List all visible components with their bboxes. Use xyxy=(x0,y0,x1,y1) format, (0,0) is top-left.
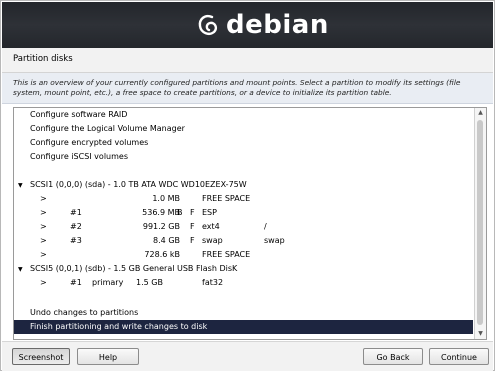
partition-number: #1 xyxy=(70,208,82,217)
menu-item-label: Configure the Logical Volume Manager xyxy=(30,124,185,133)
menu-item-label: Configure software RAID xyxy=(30,110,128,119)
finish-partitioning-item[interactable]: Finish partitioning and write changes to… xyxy=(14,320,473,334)
row-arrow: > xyxy=(40,222,47,231)
disk-row-sda[interactable]: ▼ SCSI1 (0,0,0) (sda) - 1.0 TB ATA WDC W… xyxy=(14,178,473,192)
menu-item-label: Undo changes to partitions xyxy=(30,308,139,317)
partition-row[interactable]: > #1 536.9 MB B F ESP xyxy=(14,206,473,220)
partition-mount: swap xyxy=(264,236,285,245)
row-arrow: > xyxy=(40,250,47,259)
partition-row[interactable]: > 728.6 kB FREE SPACE xyxy=(14,248,473,262)
vertical-scrollbar[interactable]: ▲ ▼ xyxy=(474,108,486,339)
menu-item-lvm[interactable]: Configure the Logical Volume Manager xyxy=(14,122,473,136)
row-arrow: > xyxy=(40,194,47,203)
partition-row[interactable]: > #3 8.4 GB F swap swap xyxy=(14,234,473,248)
debian-logo-text: debian xyxy=(226,10,329,40)
partition-size: 728.6 kB xyxy=(144,250,180,259)
row-arrow: > xyxy=(40,208,47,217)
disk-header: SCSI1 (0,0,0) (sda) - 1.0 TB ATA WDC WD1… xyxy=(30,180,247,189)
debian-swirl-icon xyxy=(198,14,218,35)
partition-number: #3 xyxy=(70,236,82,245)
menu-item-label: Finish partitioning and write changes to… xyxy=(30,322,208,331)
partition-fs: FREE SPACE xyxy=(202,194,251,203)
expand-triangle-icon: ▼ xyxy=(18,182,23,189)
menu-item-iscsi-volumes[interactable]: Configure iSCSI volumes xyxy=(14,150,473,164)
partition-row[interactable]: > 1.0 MB FREE SPACE xyxy=(14,192,473,206)
description-text: This is an overview of your currently co… xyxy=(13,78,461,97)
partition-flag-format: F xyxy=(190,208,195,217)
partition-list[interactable]: Configure software RAID Configure the Lo… xyxy=(13,107,487,340)
row-arrow: > xyxy=(40,278,47,287)
debian-logo: debian xyxy=(194,7,329,43)
partition-flag-format: F xyxy=(190,236,195,245)
help-button[interactable]: Help xyxy=(77,348,139,365)
expand-triangle-icon: ▼ xyxy=(18,266,23,273)
partition-fs: swap xyxy=(202,236,223,245)
partition-size: 536.9 MB xyxy=(142,208,180,217)
menu-item-label: Configure encrypted volumes xyxy=(30,138,149,147)
partition-number: #2 xyxy=(70,222,82,231)
partition-type: primary xyxy=(92,278,124,287)
row-arrow: > xyxy=(40,236,47,245)
installer-window: debian Partition disks This is an overvi… xyxy=(0,0,495,371)
partition-mount: / xyxy=(264,222,267,231)
partition-size: 8.4 GB xyxy=(153,236,180,245)
partition-fs: FREE SPACE xyxy=(202,250,251,259)
menu-item-encrypted-volumes[interactable]: Configure encrypted volumes xyxy=(14,136,473,150)
page-title: Partition disks xyxy=(13,54,73,64)
partition-number: #1 xyxy=(70,278,82,287)
menu-item-software-raid[interactable]: Configure software RAID xyxy=(14,108,473,122)
partition-flag-format: F xyxy=(190,222,195,231)
scroll-up-icon[interactable]: ▲ xyxy=(475,108,486,118)
screenshot-button[interactable]: Screenshot xyxy=(12,348,70,365)
go-back-button[interactable]: Go Back xyxy=(363,348,423,365)
continue-button[interactable]: Continue xyxy=(429,348,489,365)
partition-size: 991.2 GB xyxy=(142,222,180,231)
partition-fs: fat32 xyxy=(202,278,224,287)
partition-flag-bootable: B xyxy=(177,208,183,217)
debian-banner: debian xyxy=(2,2,493,48)
dialog-title-bar: Partition disks xyxy=(2,48,493,73)
partition-size: 1.0 MB xyxy=(152,194,180,203)
partition-fs: ESP xyxy=(202,208,217,217)
partition-row[interactable]: > #1 primary 1.5 GB fat32 xyxy=(14,276,473,290)
disk-row-sdb[interactable]: ▼ SCSI5 (0,0,1) (sdb) - 1.5 GB General U… xyxy=(14,262,473,276)
menu-item-label: Configure iSCSI volumes xyxy=(30,152,128,161)
scrollbar-thumb[interactable] xyxy=(477,120,483,325)
undo-changes-item[interactable]: Undo changes to partitions xyxy=(14,306,473,320)
partition-row[interactable]: > #2 991.2 GB F ext4 / xyxy=(14,220,473,234)
partition-size: 1.5 GB xyxy=(136,278,163,287)
partition-fs: ext4 xyxy=(202,222,220,231)
description-panel: This is an overview of your currently co… xyxy=(2,73,493,104)
scroll-down-icon[interactable]: ▼ xyxy=(475,329,486,339)
button-bar: Screenshot Help Go Back Continue xyxy=(2,341,493,371)
disk-header: SCSI5 (0,0,1) (sdb) - 1.5 GB General USB… xyxy=(30,264,238,273)
